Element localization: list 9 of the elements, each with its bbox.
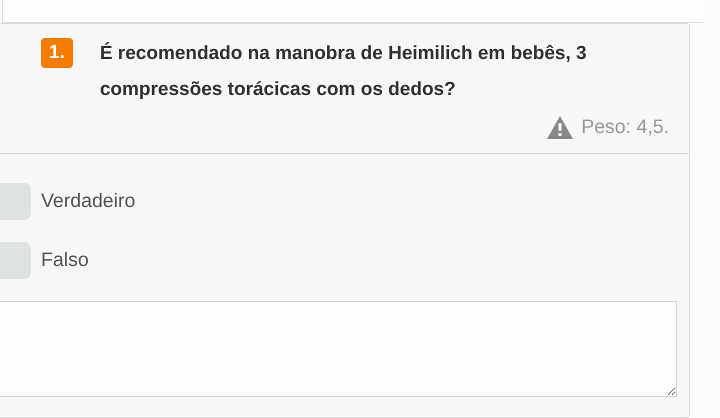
option-label[interactable]: Falso: [41, 249, 89, 272]
option-label[interactable]: Verdadeiro: [41, 190, 136, 213]
question-weight: Peso: 4,5.: [581, 116, 669, 139]
question-number: 1.: [41, 38, 73, 68]
option-checkbox[interactable]: [0, 183, 31, 220]
warning-icon: [547, 116, 574, 139]
answer-field[interactable]: [0, 301, 677, 397]
question-text: É recomendado na manobra de Heimilich em bebês, 3 compressões torácicas com os dedos?: [100, 41, 588, 102]
option-checkbox[interactable]: [0, 242, 31, 279]
